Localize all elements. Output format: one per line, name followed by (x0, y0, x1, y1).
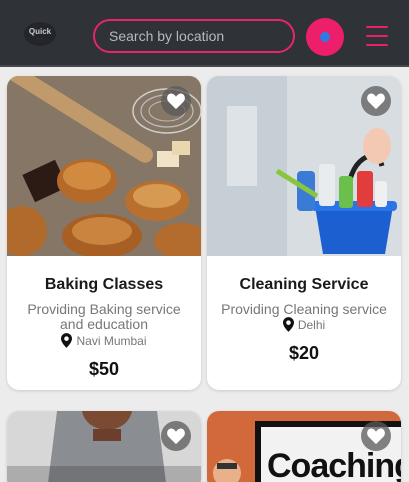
heart-icon (167, 428, 185, 445)
heart-icon (167, 93, 185, 110)
card-price: $20 (288, 343, 320, 363)
logo-text: Quick (28, 27, 52, 36)
search-icon (320, 32, 330, 42)
coaching-image-text: Coaching (267, 447, 401, 482)
card-location: Navi Mumbai (7, 333, 201, 348)
favorite-button[interactable] (161, 86, 191, 116)
card-location: Delhi (207, 317, 401, 332)
map-pin-icon (282, 317, 294, 332)
favorite-button[interactable] (361, 86, 391, 116)
service-card[interactable]: Baking Classes Providing Baking service … (7, 76, 201, 390)
favorite-button[interactable] (161, 421, 191, 451)
search-button[interactable] (306, 18, 344, 56)
location-text: Navi Mumbai (76, 333, 147, 348)
app-logo[interactable]: Quick ........ (24, 22, 56, 46)
heart-icon (367, 428, 385, 445)
card-price: $50 (88, 359, 120, 379)
service-card[interactable] (7, 411, 201, 482)
card-title: Cleaning Service (239, 276, 369, 293)
card-title: Baking Classes (44, 276, 164, 293)
heart-icon (367, 93, 385, 110)
logo-subtext: ........ (36, 36, 44, 40)
location-text: Delhi (297, 317, 326, 332)
app-header: Quick ........ (0, 0, 409, 67)
service-card[interactable]: Cleaning Service Providing Cleaning serv… (207, 76, 401, 390)
search-input[interactable] (93, 19, 295, 53)
favorite-button[interactable] (361, 421, 391, 451)
card-description: Providing Baking service and education (27, 301, 181, 332)
card-description: Providing Cleaning service (221, 301, 387, 317)
service-card[interactable]: Coaching (207, 411, 401, 482)
hamburger-menu-icon[interactable] (366, 26, 388, 46)
map-pin-icon (61, 333, 73, 348)
